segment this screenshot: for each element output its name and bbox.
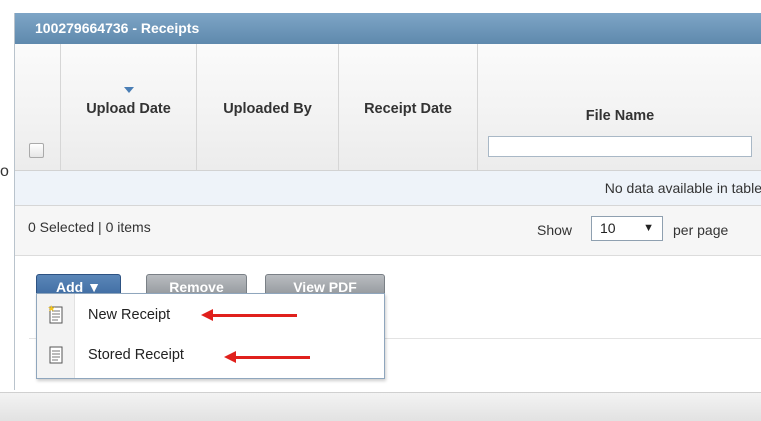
sort-descending-icon xyxy=(123,87,134,93)
file-name-filter-input[interactable] xyxy=(488,136,752,157)
per-page-value: 10 xyxy=(600,220,616,236)
arrow-shaft xyxy=(234,356,310,359)
menu-item-stored-receipt[interactable]: Stored Receipt xyxy=(37,336,384,376)
per-page-label: per page xyxy=(673,222,729,238)
empty-table-row: No data available in table xyxy=(15,171,761,206)
selection-summary: 0 Selected | 0 items xyxy=(28,219,151,235)
per-page-select[interactable]: 10 ▼ xyxy=(591,216,663,241)
column-label: Uploaded By xyxy=(223,101,312,117)
column-file-name[interactable]: File Name xyxy=(478,44,761,170)
show-label: Show xyxy=(537,222,573,238)
empty-table-message: No data available in table xyxy=(604,180,761,196)
panel-title: 100279664736 - Receipts xyxy=(15,13,761,44)
table-header: Upload Date Uploaded By Receipt Date Fil… xyxy=(15,44,761,171)
bottom-bar xyxy=(0,392,761,421)
pager-bar: 0 Selected | 0 items Show 10 ▼ per page xyxy=(15,206,761,256)
column-upload-date[interactable]: Upload Date xyxy=(61,44,197,170)
receipt-icon xyxy=(49,346,63,364)
background-text-fragment: o xyxy=(0,163,9,180)
chevron-down-icon: ▼ xyxy=(643,222,654,234)
new-receipt-icon xyxy=(48,305,63,324)
select-all-column xyxy=(15,44,61,170)
column-uploaded-by[interactable]: Uploaded By xyxy=(197,44,339,170)
column-label: File Name xyxy=(585,108,655,124)
column-receipt-date[interactable]: Receipt Date xyxy=(339,44,478,170)
select-all-checkbox[interactable] xyxy=(29,143,44,158)
arrow-shaft xyxy=(211,314,297,317)
column-label: Receipt Date xyxy=(364,101,452,117)
menu-item-label: Stored Receipt xyxy=(88,347,184,363)
receipts-panel: 100279664736 - Receipts Upload Date Uplo… xyxy=(14,13,761,390)
menu-item-label: New Receipt xyxy=(88,307,171,323)
column-label: Upload Date xyxy=(86,101,171,117)
add-menu: New Receipt Stored Receipt xyxy=(36,293,385,379)
